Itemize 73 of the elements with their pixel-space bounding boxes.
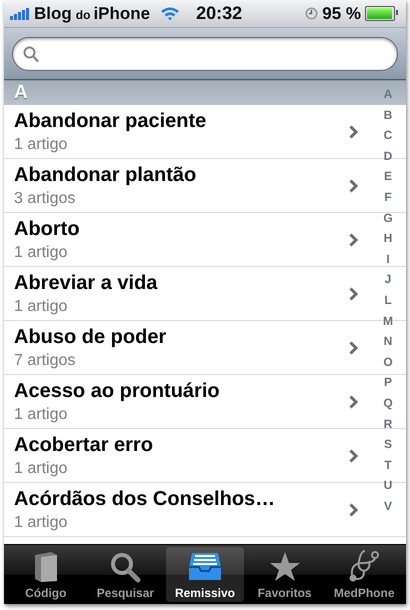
index-letter[interactable]: G <box>383 208 393 228</box>
index-letter[interactable]: M <box>383 310 393 332</box>
index-letter[interactable]: U <box>384 475 392 496</box>
battery-icon <box>365 6 395 21</box>
index-letter[interactable]: R <box>384 414 392 434</box>
index-letter[interactable]: F <box>384 186 392 208</box>
row-title: Acesso ao prontuário <box>14 380 221 402</box>
row-title: Acórdãos dos Conselhos… <box>14 488 276 510</box>
index-letter[interactable]: H <box>384 228 392 249</box>
row-subtitle: 1 artigo <box>14 298 68 316</box>
tab-button[interactable]: MedPhone <box>325 547 403 602</box>
index-letter[interactable]: J <box>384 269 392 290</box>
index-letter[interactable]: P <box>384 372 392 393</box>
list-row[interactable]: Acobertar erro 1 artigo <box>4 429 370 482</box>
list-row[interactable]: Abuso de poder 7 artigos <box>4 321 370 374</box>
index-letter[interactable]: Q <box>383 392 393 414</box>
list-row[interactable]: Acesso ao prontuário 1 artigo <box>4 375 370 428</box>
wifi-icon <box>160 6 180 21</box>
tab-button[interactable]: Remissivo <box>166 547 244 602</box>
search-icon <box>109 551 142 583</box>
chevron-icon <box>349 286 358 300</box>
row-title: Abreviar a vida <box>14 272 158 294</box>
row-subtitle: 1 artigo <box>14 460 68 478</box>
list-row[interactable]: Aborto 1 artigo <box>4 213 370 266</box>
index-letter[interactable]: T <box>384 454 392 476</box>
tab-button[interactable]: Favoritos <box>246 547 324 602</box>
index-letter[interactable]: V <box>384 496 392 516</box>
signal-icon <box>10 8 32 20</box>
status-time: 20:32 <box>196 3 242 24</box>
row-title: Abandonar plantão <box>14 164 198 186</box>
chevron-icon <box>349 394 358 408</box>
carrier-name: iPhone <box>93 4 150 24</box>
carrier-name: Blog <box>34 4 72 24</box>
index-letter[interactable]: I <box>386 248 390 270</box>
index-letter[interactable]: L <box>384 290 392 311</box>
index-letter[interactable]: B <box>384 104 392 126</box>
row-title: Aborto <box>14 218 81 240</box>
index-letter[interactable]: C <box>384 125 392 146</box>
row-title: Abuso de poder <box>14 326 168 348</box>
index-letter[interactable]: S <box>384 434 392 455</box>
tab-button[interactable]: Código <box>7 547 85 602</box>
row-subtitle: 3 artigos <box>14 190 76 208</box>
chevron-icon <box>349 448 358 462</box>
battery-percent: 95 % <box>322 4 361 24</box>
row-subtitle: 1 artigo <box>14 244 68 262</box>
search-icon <box>23 46 39 62</box>
chevron-icon <box>349 232 358 246</box>
index-letter[interactable]: N <box>384 331 392 352</box>
list-row[interactable]: Acórdãos dos Conselhos… 1 artigo <box>4 483 370 536</box>
inbox-tray-icon <box>186 551 223 583</box>
carrier-name: do <box>76 8 90 22</box>
row-subtitle: 1 artigo <box>14 136 68 154</box>
row-title: Acobertar erro <box>14 434 154 456</box>
row-subtitle: 1 artigo <box>14 406 68 424</box>
clock-icon <box>305 7 318 20</box>
index-letter[interactable]: O <box>383 352 393 372</box>
chevron-icon <box>349 502 358 516</box>
tab-button[interactable]: Pesquisar <box>86 547 164 602</box>
index-letter[interactable]: D <box>384 146 392 166</box>
row-subtitle: 7 artigos <box>14 352 76 370</box>
index-letter[interactable]: A <box>384 84 392 105</box>
index-letter[interactable]: E <box>384 166 392 187</box>
chevron-icon <box>349 124 358 138</box>
list-row[interactable]: Abandonar plantão 3 artigos <box>4 159 370 212</box>
row-title: Abandonar paciente <box>14 110 208 132</box>
search-field[interactable] <box>12 37 398 71</box>
chevron-icon <box>349 178 358 192</box>
row-subtitle: 1 artigo <box>14 514 68 532</box>
star-icon <box>268 551 301 583</box>
list-row[interactable]: Abandonar paciente 1 artigo <box>4 105 370 158</box>
list-row[interactable]: Abreviar a vida 1 artigo <box>4 267 370 320</box>
stethoscope-icon <box>347 549 382 583</box>
chevron-icon <box>349 340 358 354</box>
